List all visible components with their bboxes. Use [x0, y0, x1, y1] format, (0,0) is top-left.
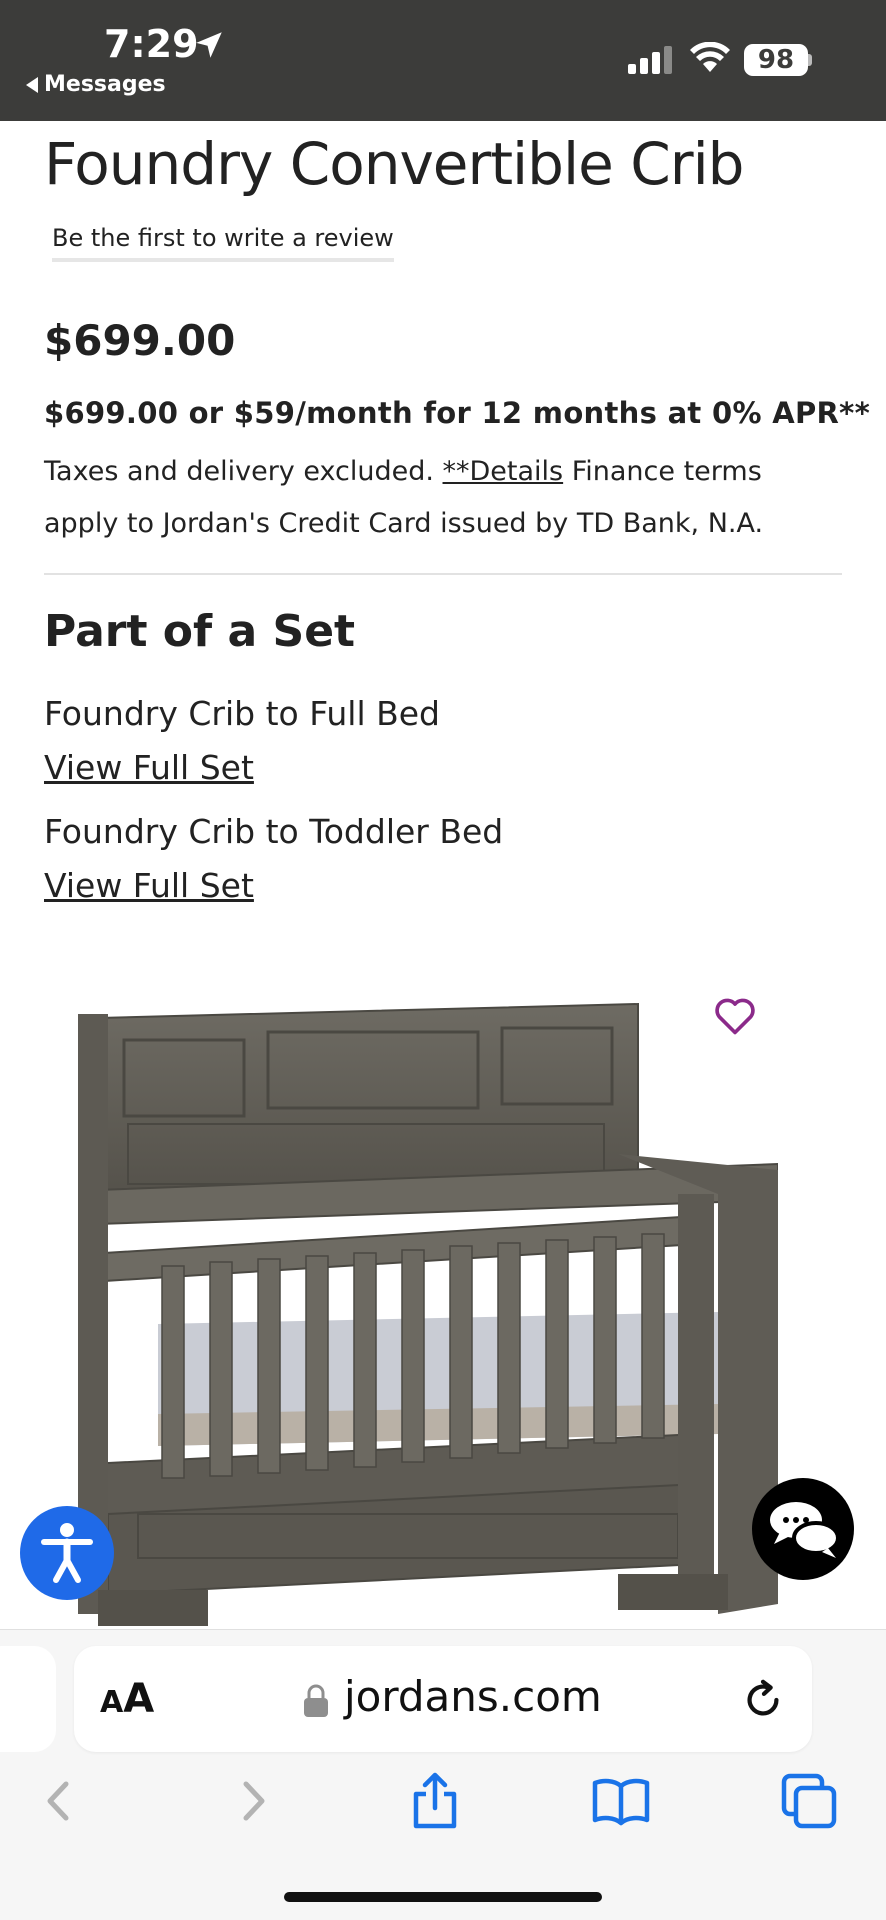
status-time: 7:29	[104, 22, 199, 66]
view-full-set-link-full-bed[interactable]: View Full Set	[44, 748, 254, 787]
location-arrow-icon	[196, 32, 222, 58]
accessibility-icon	[41, 1523, 93, 1583]
product-price: $699.00	[44, 316, 236, 365]
back-to-messages-label: Messages	[44, 72, 166, 97]
url-text[interactable]: jordans.com	[344, 1672, 602, 1721]
tabs-icon[interactable]	[778, 1770, 840, 1832]
finance-details-link[interactable]: **Details	[443, 456, 564, 487]
accessibility-button[interactable]	[20, 1506, 114, 1600]
heart-outline-icon[interactable]	[712, 994, 758, 1038]
section-divider	[44, 573, 842, 575]
aa-small-letter: A	[100, 1685, 124, 1720]
chat-button[interactable]	[752, 1478, 854, 1580]
back-triangle-icon	[26, 76, 38, 93]
chevron-right-icon[interactable]	[222, 1770, 284, 1832]
status-bar: 7:29 Messages 98	[0, 0, 886, 121]
back-to-messages-button[interactable]: Messages	[26, 72, 166, 97]
product-title: Foundry Convertible Crib	[44, 130, 744, 198]
book-icon[interactable]	[590, 1770, 652, 1832]
chevron-left-icon[interactable]	[28, 1770, 90, 1832]
share-icon[interactable]	[404, 1770, 466, 1832]
reload-icon[interactable]	[740, 1677, 786, 1723]
set-item-name-toddler-bed: Foundry Crib to Toddler Bed	[44, 812, 504, 851]
chat-bubbles-icon	[770, 1502, 840, 1558]
cellular-signal-icon	[628, 46, 672, 74]
finance-note-prefix: Taxes and delivery excluded.	[44, 456, 443, 487]
home-indicator[interactable]	[284, 1892, 602, 1902]
product-image-crib[interactable]	[78, 994, 778, 1630]
view-full-set-link-toddler-bed[interactable]: View Full Set	[44, 866, 254, 905]
wifi-icon	[690, 42, 730, 72]
finance-offer: $699.00 or $59/month for 12 months at 0%…	[44, 396, 871, 430]
battery-nub	[808, 54, 812, 66]
set-heading: Part of a Set	[44, 606, 356, 657]
battery-indicator: 98	[744, 44, 808, 76]
previous-tab-peek[interactable]	[0, 1646, 56, 1752]
finance-note: Taxes and delivery excluded. **Details F…	[44, 446, 844, 550]
write-review-link[interactable]: Be the first to write a review	[52, 224, 394, 262]
aa-large-letter: A	[123, 1676, 155, 1722]
reader-settings-button[interactable]: AA	[100, 1676, 154, 1722]
set-item-name-full-bed: Foundry Crib to Full Bed	[44, 694, 440, 733]
lock-icon	[304, 1684, 328, 1717]
